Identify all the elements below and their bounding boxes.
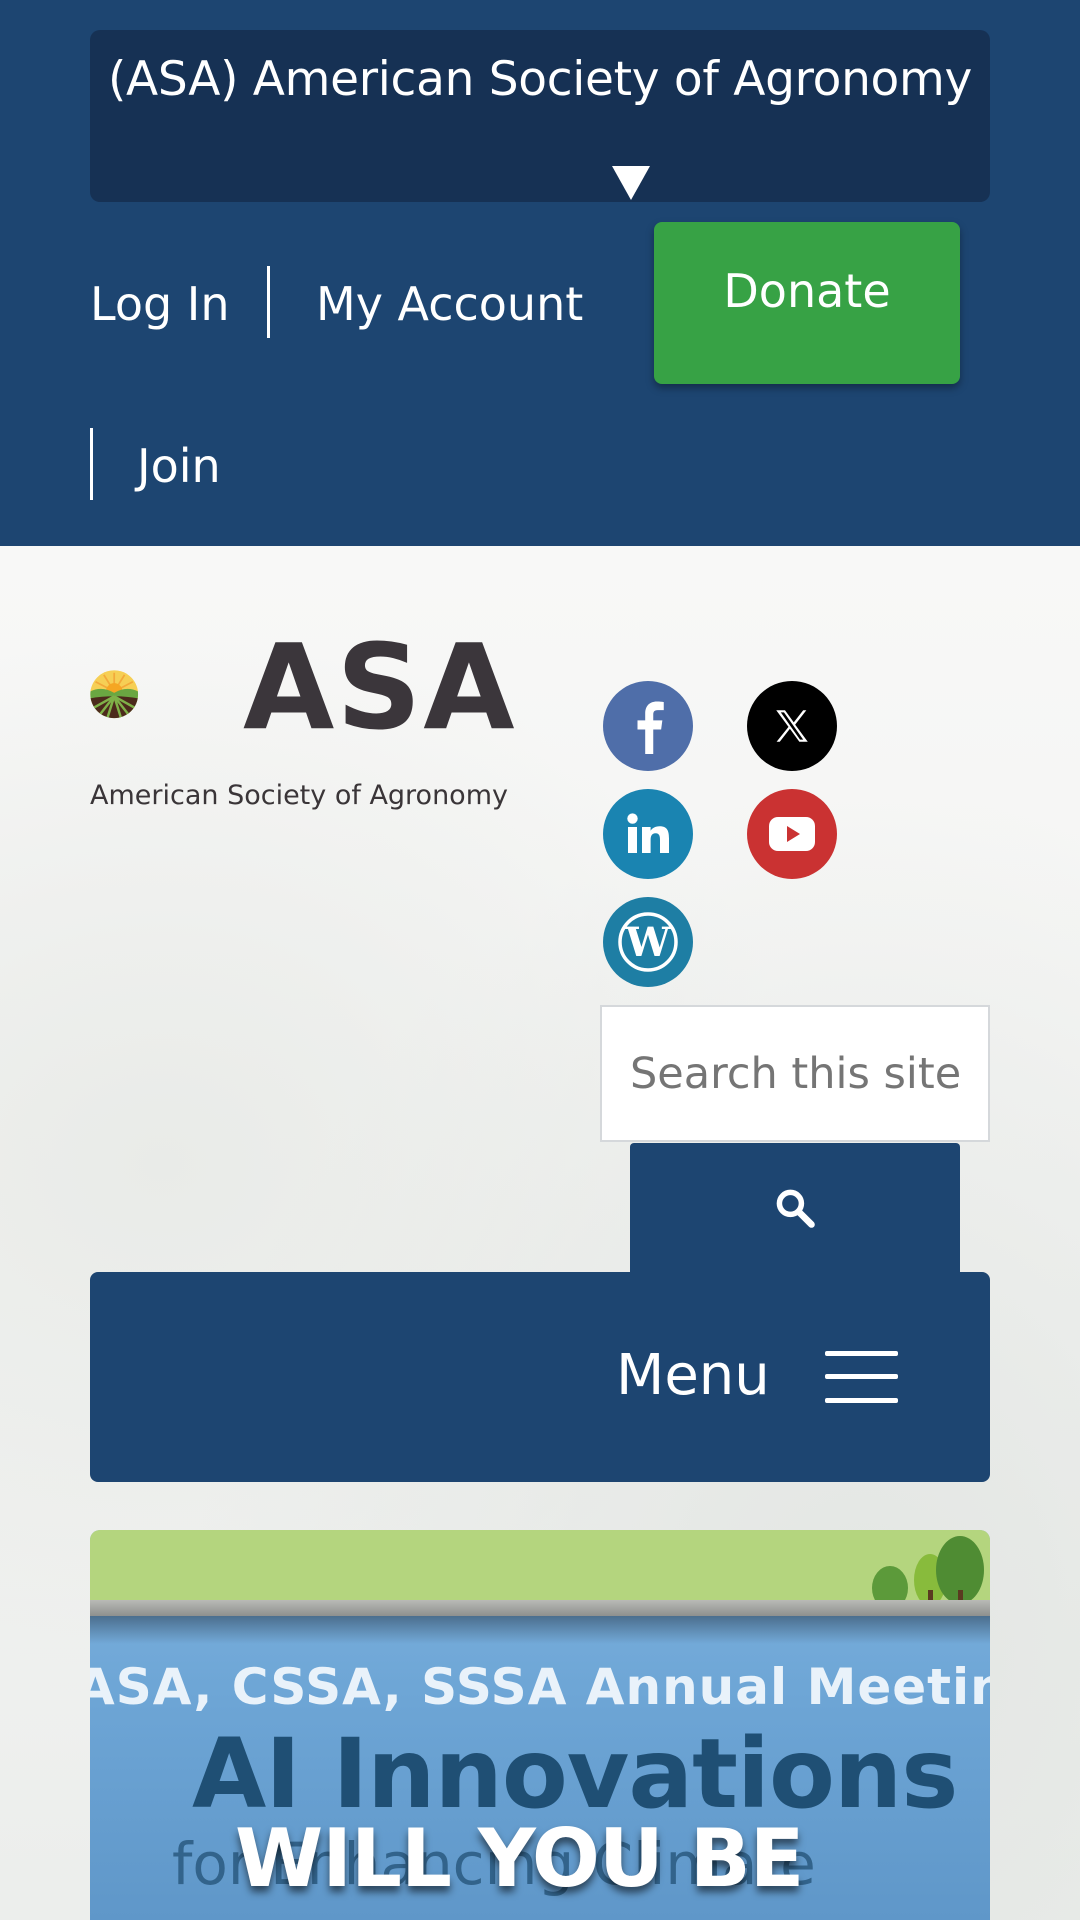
search-icon: [776, 1189, 815, 1228]
my-account-link[interactable]: My Account: [316, 281, 583, 327]
menu-toggle[interactable]: Menu: [90, 1272, 990, 1482]
logo-abbreviation: ASA: [243, 618, 517, 756]
login-link[interactable]: Log In: [90, 281, 230, 327]
wordpress-icon[interactable]: W: [603, 897, 693, 987]
x-twitter-icon[interactable]: [747, 681, 837, 771]
trees-icon: [872, 1536, 984, 1610]
divider: [267, 266, 270, 338]
society-selector-label: (ASA) American Society of Agronomy: [107, 52, 973, 107]
donate-button[interactable]: Donate: [654, 222, 960, 384]
menu-label: Menu: [616, 1343, 770, 1408]
society-selector[interactable]: (ASA) American Society of Agronomy: [90, 30, 990, 202]
divider: [90, 428, 93, 500]
banner-meeting-line: ASA, CSSA, SSSA Annual Meeting: [90, 1658, 990, 1716]
logo-fullname: American Society of Agronomy: [90, 780, 508, 811]
banner-cta: WILL YOU BE: [235, 1812, 804, 1905]
youtube-icon[interactable]: [747, 789, 837, 879]
hamburger-icon: [825, 1351, 898, 1403]
svg-text:W: W: [625, 919, 672, 966]
asa-logo-icon[interactable]: [90, 632, 230, 772]
utility-bar: (ASA) American Society of Agronomy Log I…: [0, 0, 1080, 546]
annual-meeting-banner[interactable]: ASA, CSSA, SSSA Annual Meeting AI Innova…: [90, 1530, 990, 1920]
linkedin-icon[interactable]: [603, 789, 693, 879]
facebook-icon[interactable]: [603, 681, 693, 771]
join-link[interactable]: Join: [137, 443, 221, 489]
banner-curb: [90, 1600, 990, 1616]
banner-shadow: [90, 1616, 990, 1644]
search-button[interactable]: [630, 1143, 960, 1273]
search-input[interactable]: [600, 1005, 990, 1142]
dropdown-arrow-icon: [612, 166, 650, 200]
